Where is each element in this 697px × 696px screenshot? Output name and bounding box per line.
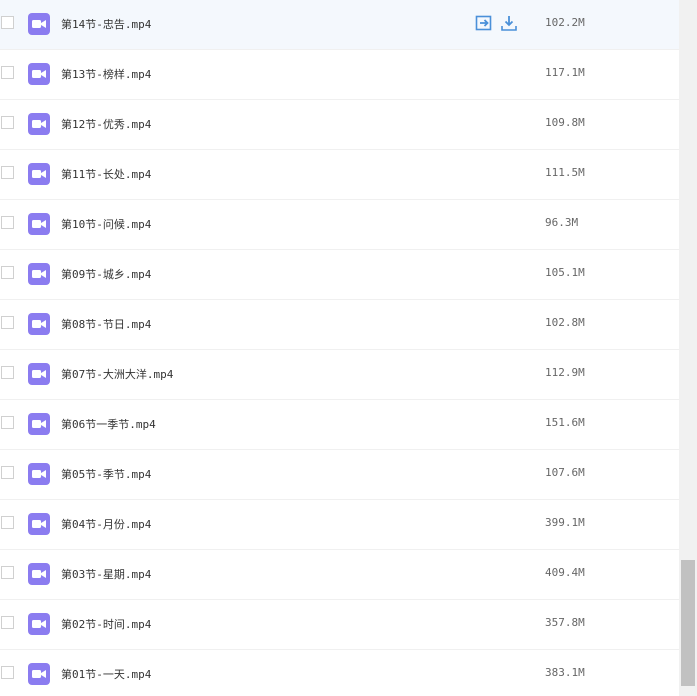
row-checkbox[interactable] bbox=[1, 366, 14, 379]
file-name[interactable]: 第09节-城乡.mp4 bbox=[61, 266, 151, 282]
row-checkbox[interactable] bbox=[1, 216, 14, 229]
file-row[interactable]: 第05节-季节.mp4 107.6M bbox=[0, 450, 679, 500]
file-size: 109.8M bbox=[545, 116, 585, 129]
video-file-icon bbox=[28, 63, 50, 85]
row-checkbox[interactable] bbox=[1, 16, 14, 29]
file-row[interactable]: 第09节-城乡.mp4 105.1M bbox=[0, 250, 679, 300]
row-checkbox[interactable] bbox=[1, 666, 14, 679]
row-checkbox[interactable] bbox=[1, 166, 14, 179]
file-size: 409.4M bbox=[545, 566, 585, 579]
file-name[interactable]: 第13节-榜样.mp4 bbox=[61, 66, 151, 82]
file-name[interactable]: 第06节一季节.mp4 bbox=[61, 416, 156, 432]
video-file-icon bbox=[28, 613, 50, 635]
file-size: 111.5M bbox=[545, 166, 585, 179]
file-size: 383.1M bbox=[545, 666, 585, 679]
file-size: 357.8M bbox=[545, 616, 585, 629]
share-icon[interactable] bbox=[475, 14, 493, 32]
file-name[interactable]: 第04节-月份.mp4 bbox=[61, 516, 151, 532]
row-checkbox[interactable] bbox=[1, 316, 14, 329]
row-checkbox[interactable] bbox=[1, 516, 14, 529]
file-name[interactable]: 第08节-节日.mp4 bbox=[61, 316, 151, 332]
row-checkbox[interactable] bbox=[1, 466, 14, 479]
file-name[interactable]: 第03节-星期.mp4 bbox=[61, 566, 151, 582]
file-size: 107.6M bbox=[545, 466, 585, 479]
file-size: 96.3M bbox=[545, 216, 579, 229]
file-row[interactable]: 第04节-月份.mp4 399.1M bbox=[0, 500, 679, 550]
video-file-icon bbox=[28, 113, 50, 135]
file-size: 117.1M bbox=[545, 66, 585, 79]
file-size: 112.9M bbox=[545, 366, 585, 379]
file-row[interactable]: 第01节-一天.mp4 383.1M bbox=[0, 650, 679, 696]
file-name[interactable]: 第01节-一天.mp4 bbox=[61, 666, 151, 682]
file-size: 399.1M bbox=[545, 516, 585, 529]
file-row[interactable]: 第11节-长处.mp4 111.5M bbox=[0, 150, 679, 200]
row-checkbox[interactable] bbox=[1, 266, 14, 279]
file-name[interactable]: 第05节-季节.mp4 bbox=[61, 466, 151, 482]
video-file-icon bbox=[28, 413, 50, 435]
file-row[interactable]: 第07节-大洲大洋.mp4 112.9M bbox=[0, 350, 679, 400]
file-size: 105.1M bbox=[545, 266, 585, 279]
video-file-icon bbox=[28, 163, 50, 185]
file-name[interactable]: 第10节-问候.mp4 bbox=[61, 216, 151, 232]
row-checkbox[interactable] bbox=[1, 616, 14, 629]
download-icon[interactable] bbox=[500, 14, 518, 32]
file-name[interactable]: 第14节-忠告.mp4 bbox=[61, 16, 151, 32]
video-file-icon bbox=[28, 563, 50, 585]
row-checkbox[interactable] bbox=[1, 566, 14, 579]
file-list: 第14节-忠告.mp4 102.2M 第13节-榜样.mp4 117.1M 第1… bbox=[0, 0, 679, 696]
file-name[interactable]: 第11节-长处.mp4 bbox=[61, 166, 151, 182]
file-name[interactable]: 第07节-大洲大洋.mp4 bbox=[61, 366, 173, 382]
file-size: 102.2M bbox=[545, 16, 585, 29]
row-checkbox[interactable] bbox=[1, 416, 14, 429]
video-file-icon bbox=[28, 13, 50, 35]
video-file-icon bbox=[28, 363, 50, 385]
file-row[interactable]: 第03节-星期.mp4 409.4M bbox=[0, 550, 679, 600]
file-name[interactable]: 第02节-时间.mp4 bbox=[61, 616, 151, 632]
scrollbar-thumb[interactable] bbox=[681, 560, 695, 686]
file-row[interactable]: 第12节-优秀.mp4 109.8M bbox=[0, 100, 679, 150]
video-file-icon bbox=[28, 263, 50, 285]
file-row[interactable]: 第08节-节日.mp4 102.8M bbox=[0, 300, 679, 350]
file-row[interactable]: 第10节-问候.mp4 96.3M bbox=[0, 200, 679, 250]
video-file-icon bbox=[28, 213, 50, 235]
file-size: 151.6M bbox=[545, 416, 585, 429]
file-row[interactable]: 第02节-时间.mp4 357.8M bbox=[0, 600, 679, 650]
file-row[interactable]: 第06节一季节.mp4 151.6M bbox=[0, 400, 679, 450]
video-file-icon bbox=[28, 463, 50, 485]
row-checkbox[interactable] bbox=[1, 66, 14, 79]
file-row[interactable]: 第14节-忠告.mp4 102.2M bbox=[0, 0, 679, 50]
file-name[interactable]: 第12节-优秀.mp4 bbox=[61, 116, 151, 132]
file-row[interactable]: 第13节-榜样.mp4 117.1M bbox=[0, 50, 679, 100]
video-file-icon bbox=[28, 313, 50, 335]
file-size: 102.8M bbox=[545, 316, 585, 329]
video-file-icon bbox=[28, 663, 50, 685]
row-checkbox[interactable] bbox=[1, 116, 14, 129]
video-file-icon bbox=[28, 513, 50, 535]
